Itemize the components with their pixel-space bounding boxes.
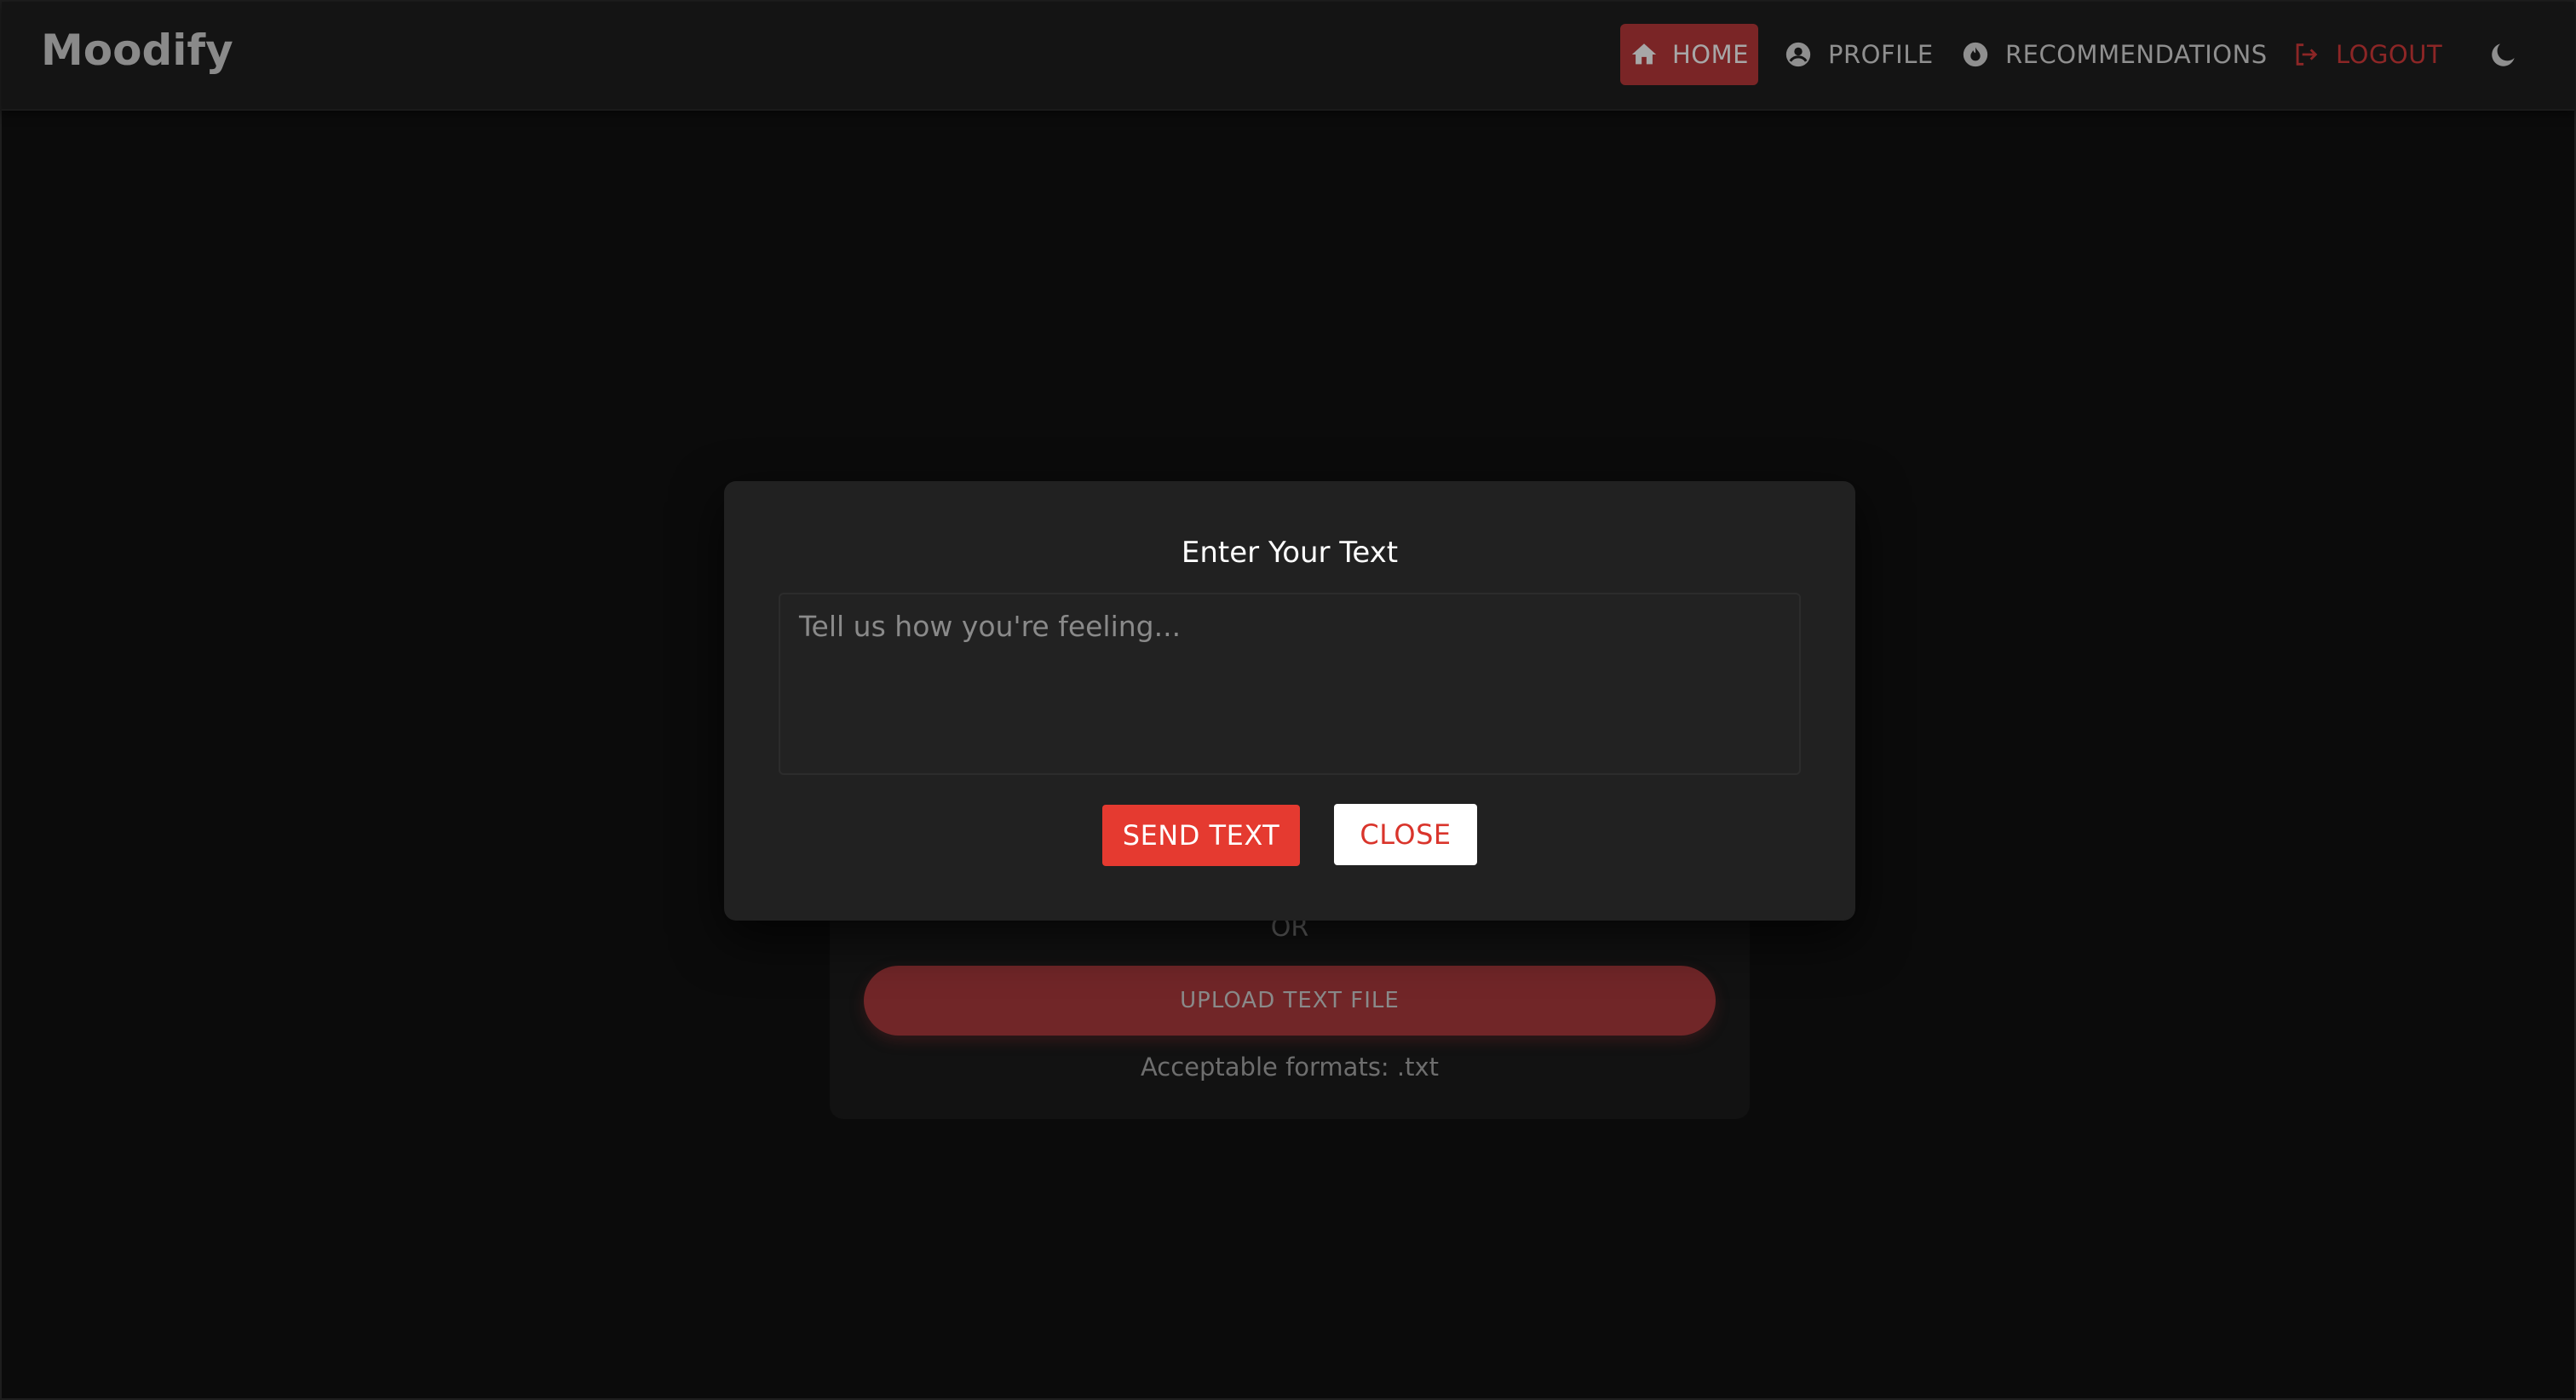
nav-recommendations[interactable]: RECOMMENDATIONS: [1961, 24, 2268, 85]
nav-logout[interactable]: LOGOUT: [2291, 24, 2442, 85]
top-navbar: Moodify HOME PROFILE RECOMMENDATIONS LOG…: [2, 2, 2574, 111]
moon-icon: [2492, 43, 2515, 66]
brand-logo[interactable]: Moodify: [41, 26, 233, 75]
send-text-button[interactable]: SEND TEXT: [1102, 805, 1300, 866]
logout-icon: [2296, 43, 2318, 66]
modal-title: Enter Your Text: [1181, 536, 1399, 570]
nav-profile-label: PROFILE: [1828, 40, 1934, 69]
theme-toggle[interactable]: [2487, 24, 2521, 85]
fire-icon: [1963, 42, 1988, 67]
home-icon: [1631, 43, 1657, 65]
nav-home-label: HOME: [1672, 40, 1749, 69]
nav-home[interactable]: HOME: [1620, 24, 1758, 85]
enter-text-modal: Enter Your Text SEND TEXT CLOSE: [724, 481, 1855, 921]
feelings-textarea[interactable]: [779, 593, 1801, 775]
nav-recommendations-label: RECOMMENDATIONS: [2005, 40, 2268, 69]
acceptable-formats-note: Acceptable formats: .txt: [1140, 1053, 1440, 1082]
upload-text-file-button[interactable]: UPLOAD TEXT FILE: [864, 966, 1716, 1036]
nav-logout-label: LOGOUT: [2336, 40, 2443, 69]
app-window: Moodify HOME PROFILE RECOMMENDATIONS LOG…: [0, 0, 2576, 1400]
close-button[interactable]: CLOSE: [1334, 804, 1477, 865]
nav-profile[interactable]: PROFILE: [1784, 24, 1934, 85]
account-circle-icon: [1785, 42, 1811, 67]
